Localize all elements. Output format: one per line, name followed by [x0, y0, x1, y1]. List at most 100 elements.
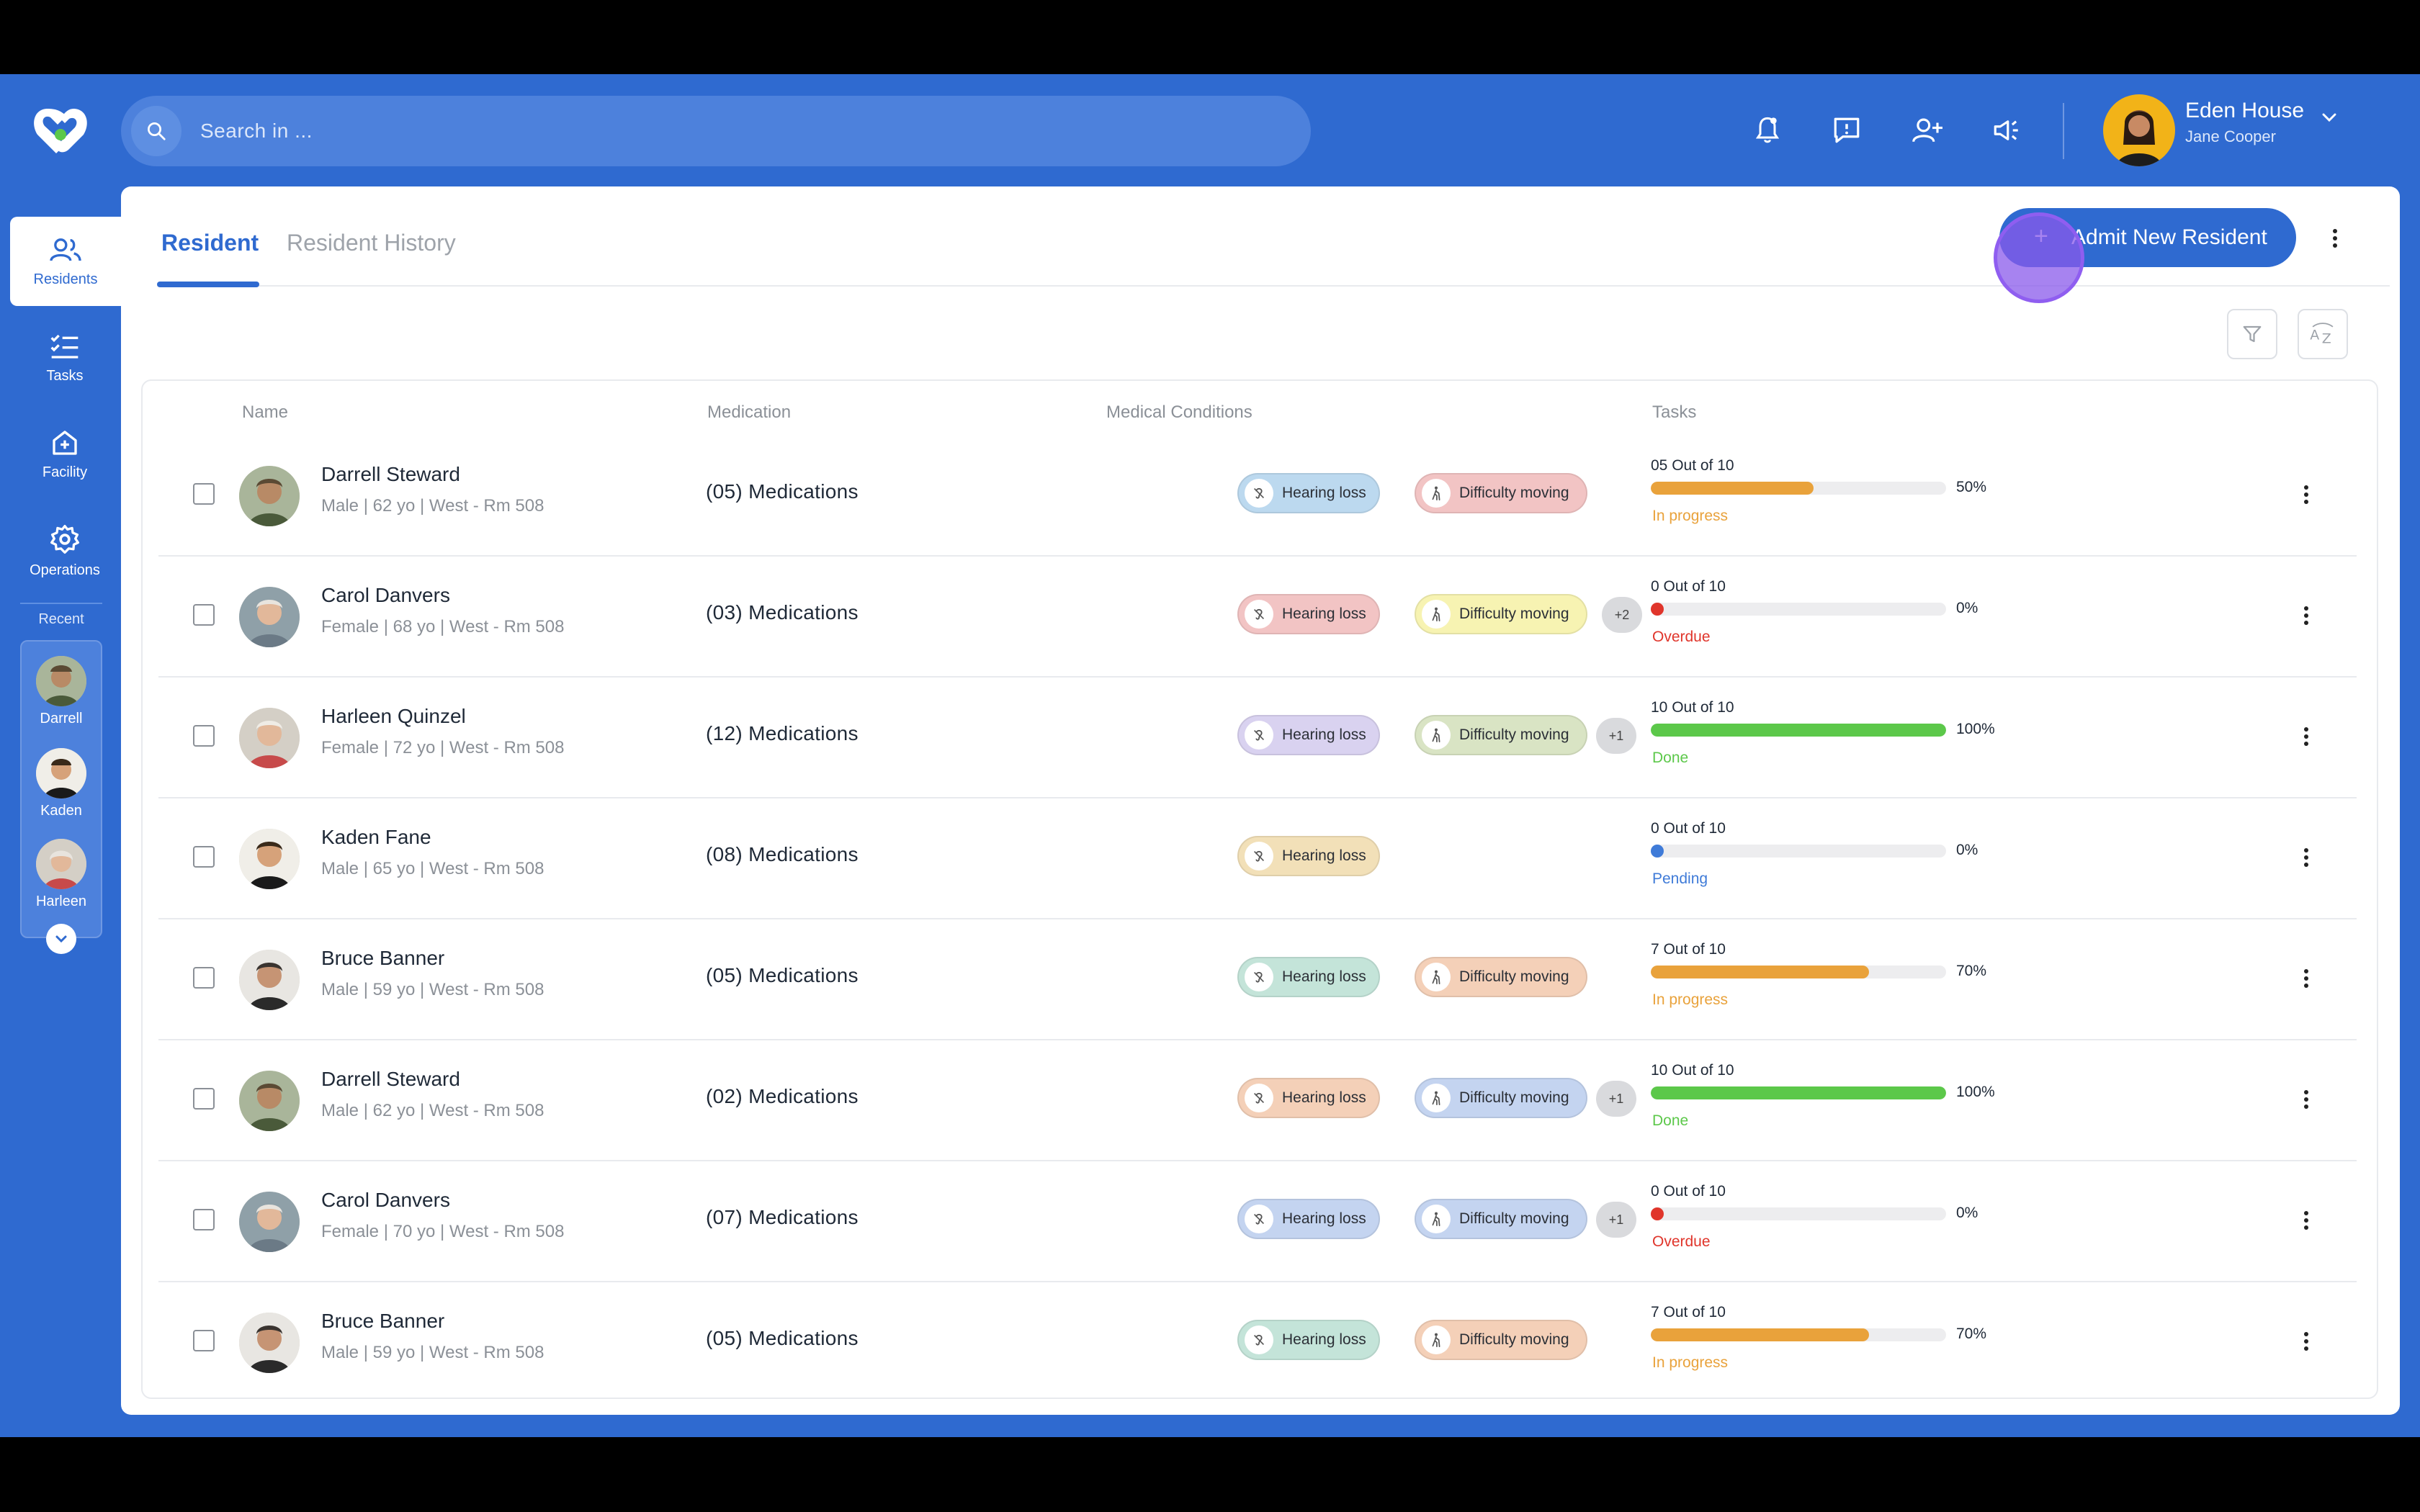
resident-name[interactable]: Carol Danvers: [321, 584, 450, 607]
app-logo-icon[interactable]: [27, 103, 94, 158]
condition-chip[interactable]: Hearing loss: [1237, 715, 1380, 755]
more-conditions-badge[interactable]: +1: [1596, 1081, 1636, 1117]
avatar[interactable]: [239, 829, 300, 889]
condition-chip[interactable]: Hearing loss: [1237, 1199, 1380, 1239]
sidebar-item-facility[interactable]: Facility: [10, 410, 120, 499]
condition-label: Hearing loss: [1282, 1210, 1366, 1227]
table-row[interactable]: Carol Danvers Female | 68 yo | West - Rm …: [158, 557, 2357, 678]
hearing-icon: [1245, 479, 1273, 508]
avatar[interactable]: [239, 1313, 300, 1373]
page-more-menu-icon[interactable]: [2328, 224, 2342, 253]
search-input[interactable]: Search in ...: [200, 96, 313, 166]
row-checkbox[interactable]: [193, 1088, 215, 1110]
more-conditions-badge[interactable]: +2: [1602, 597, 1642, 633]
table-row[interactable]: Carol Danvers Female | 70 yo | West - Rm …: [158, 1161, 2357, 1282]
avatar[interactable]: [239, 950, 300, 1010]
column-header-conditions[interactable]: Medical Conditions: [1106, 402, 1252, 423]
table-row[interactable]: Harleen Quinzel Female | 72 yo | West - R…: [158, 678, 2357, 798]
condition-chip[interactable]: Difficulty moving: [1415, 473, 1587, 513]
condition-chip[interactable]: Hearing loss: [1237, 836, 1380, 876]
medication-count[interactable]: (05) Medications: [706, 480, 859, 503]
announcement-icon[interactable]: [1986, 110, 2027, 150]
row-checkbox[interactable]: [193, 1330, 215, 1351]
condition-chip[interactable]: Difficulty moving: [1415, 715, 1587, 755]
sort-az-button[interactable]: AZ: [2298, 309, 2348, 359]
row-more-menu-icon[interactable]: [2299, 1206, 2313, 1235]
condition-chip[interactable]: Difficulty moving: [1415, 1078, 1587, 1118]
recent-item-harleen[interactable]: Harleen: [22, 839, 101, 910]
table-row[interactable]: Darrell Steward Male | 62 yo | West - Rm …: [158, 436, 2357, 557]
row-more-menu-icon[interactable]: [2299, 480, 2313, 509]
recent-item-darrell[interactable]: Darrell: [22, 656, 101, 727]
row-checkbox[interactable]: [193, 1209, 215, 1230]
avatar[interactable]: [239, 466, 300, 526]
tab-resident[interactable]: Resident: [161, 230, 259, 256]
sidebar-item-operations[interactable]: Operations: [10, 506, 120, 595]
chevron-down-icon[interactable]: [2318, 106, 2341, 129]
medication-count[interactable]: (02) Medications: [706, 1085, 859, 1108]
row-checkbox[interactable]: [193, 967, 215, 989]
add-user-icon[interactable]: [1907, 110, 1948, 150]
column-header-name[interactable]: Name: [242, 402, 288, 423]
facility-name[interactable]: Eden House: [2185, 99, 2304, 123]
avatar[interactable]: [239, 708, 300, 768]
medication-count[interactable]: (07) Medications: [706, 1206, 859, 1229]
avatar[interactable]: [239, 587, 300, 647]
table-row[interactable]: Bruce Banner Male | 59 yo | West - Rm 508…: [158, 919, 2357, 1040]
table-row[interactable]: Kaden Fane Male | 65 yo | West - Rm 508 (0…: [158, 798, 2357, 919]
sidebar-item-residents[interactable]: Residents: [10, 217, 121, 306]
table-row[interactable]: Bruce Banner Male | 59 yo | West - Rm 508…: [158, 1282, 2357, 1403]
condition-chip[interactable]: Hearing loss: [1237, 1078, 1380, 1118]
more-conditions-badge[interactable]: +1: [1596, 1202, 1636, 1238]
medication-count[interactable]: (12) Medications: [706, 722, 859, 745]
avatar[interactable]: [239, 1192, 300, 1252]
row-checkbox[interactable]: [193, 846, 215, 868]
search-icon[interactable]: [131, 106, 182, 156]
column-header-medication[interactable]: Medication: [707, 402, 791, 423]
table-row[interactable]: Darrell Steward Male | 62 yo | West - Rm …: [158, 1040, 2357, 1161]
row-checkbox[interactable]: [193, 725, 215, 747]
notification-bell-icon[interactable]: [1747, 110, 1788, 150]
recent-expand-button[interactable]: [46, 924, 76, 954]
gear-icon: [50, 524, 79, 554]
row-more-menu-icon[interactable]: [2299, 964, 2313, 993]
condition-chip[interactable]: Hearing loss: [1237, 594, 1380, 634]
condition-label: Hearing loss: [1282, 847, 1366, 864]
resident-name[interactable]: Harleen Quinzel: [321, 705, 466, 728]
recent-item-kaden[interactable]: Kaden: [22, 748, 101, 819]
search-bar[interactable]: Search in ...: [121, 96, 1311, 166]
condition-chip[interactable]: Difficulty moving: [1415, 1320, 1587, 1360]
medication-count[interactable]: (05) Medications: [706, 1327, 859, 1350]
avatar[interactable]: [239, 1071, 300, 1131]
resident-name[interactable]: Darrell Steward: [321, 1068, 460, 1091]
resident-name[interactable]: Carol Danvers: [321, 1189, 450, 1212]
condition-chip[interactable]: Hearing loss: [1237, 1320, 1380, 1360]
filter-button[interactable]: [2227, 309, 2277, 359]
row-checkbox[interactable]: [193, 483, 215, 505]
column-header-tasks[interactable]: Tasks: [1652, 402, 1696, 423]
row-checkbox[interactable]: [193, 604, 215, 626]
sidebar-item-tasks[interactable]: Tasks: [10, 313, 120, 402]
condition-chip[interactable]: Difficulty moving: [1415, 594, 1587, 634]
condition-chip[interactable]: Difficulty moving: [1415, 1199, 1587, 1239]
resident-name[interactable]: Bruce Banner: [321, 947, 444, 970]
resident-name[interactable]: Kaden Fane: [321, 826, 431, 849]
row-more-menu-icon[interactable]: [2299, 601, 2313, 630]
more-conditions-badge[interactable]: +1: [1596, 718, 1636, 754]
condition-chip[interactable]: Hearing loss: [1237, 957, 1380, 997]
row-more-menu-icon[interactable]: [2299, 843, 2313, 872]
condition-chip[interactable]: Difficulty moving: [1415, 957, 1587, 997]
medication-count[interactable]: (08) Medications: [706, 843, 859, 866]
resident-name[interactable]: Bruce Banner: [321, 1310, 444, 1333]
row-more-menu-icon[interactable]: [2299, 722, 2313, 751]
user-avatar[interactable]: [2103, 94, 2175, 166]
row-more-menu-icon[interactable]: [2299, 1085, 2313, 1114]
walking-icon: [1422, 963, 1451, 991]
medication-count[interactable]: (03) Medications: [706, 601, 859, 624]
resident-name[interactable]: Darrell Steward: [321, 463, 460, 486]
condition-chip[interactable]: Hearing loss: [1237, 473, 1380, 513]
row-more-menu-icon[interactable]: [2299, 1327, 2313, 1356]
medication-count[interactable]: (05) Medications: [706, 964, 859, 987]
tab-resident-history[interactable]: Resident History: [287, 230, 456, 256]
report-alert-icon[interactable]: [1827, 110, 1867, 150]
